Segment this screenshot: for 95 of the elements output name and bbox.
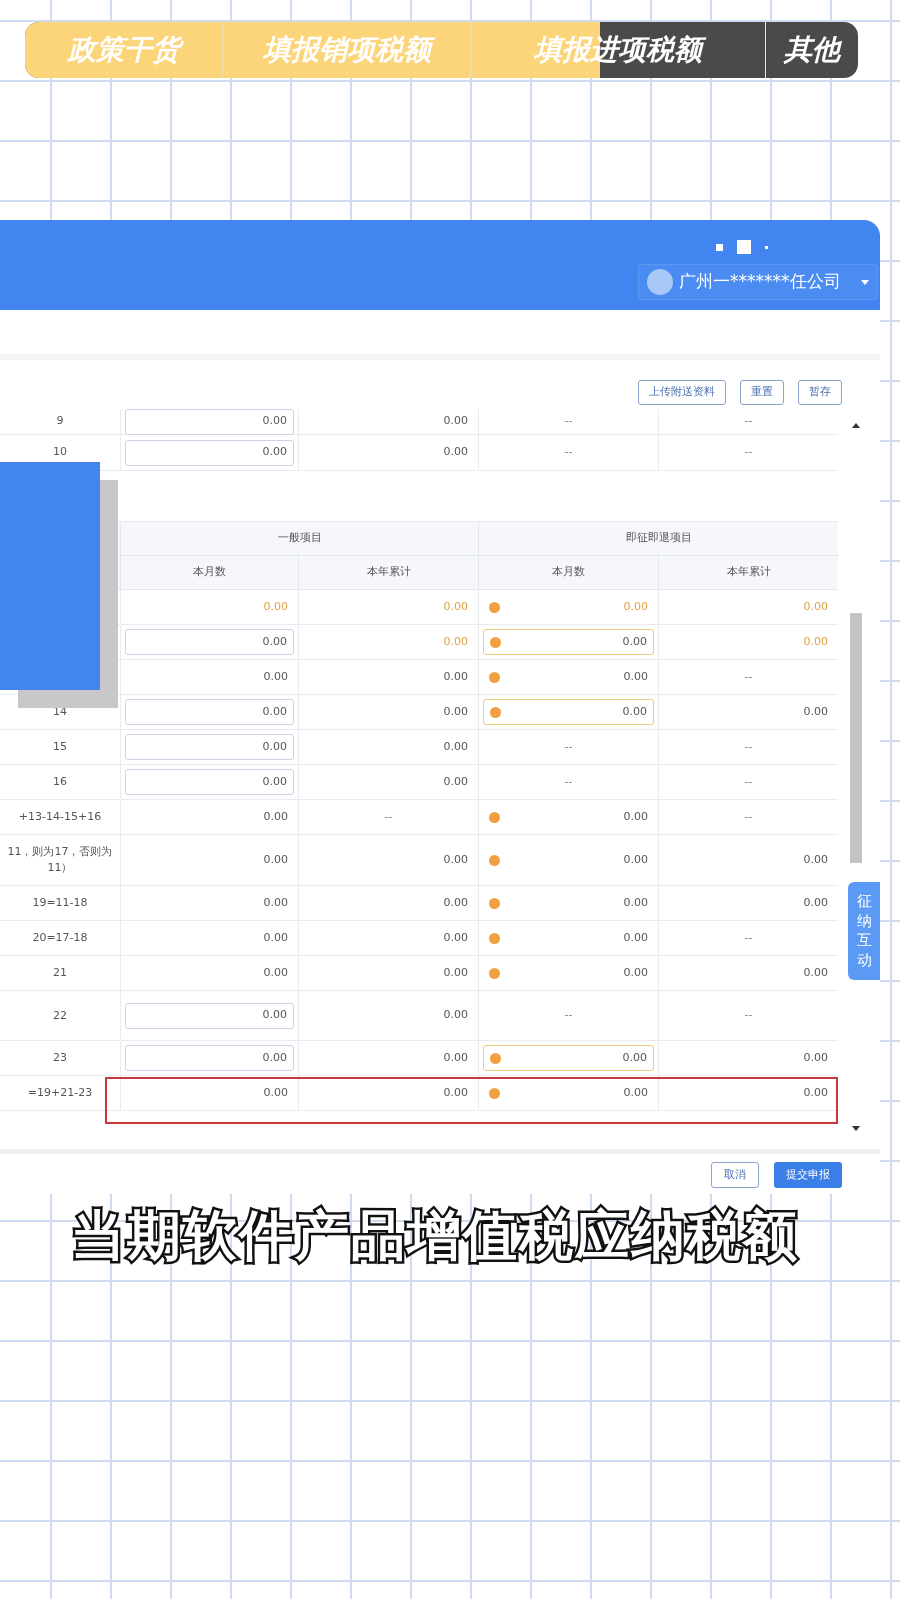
empty-dash: -- [564,444,573,461]
row-label: 9 [56,413,64,430]
cell-value: 0.00 [263,598,288,615]
cell-value: 0.00 [803,964,828,981]
empty-dash: -- [564,1007,573,1024]
avatar-icon [647,269,673,295]
empty-dash: -- [744,444,753,461]
number-field[interactable]: 0.00 [125,769,294,795]
empty-dash: -- [744,413,753,430]
row-label: 21 [53,965,67,981]
number-field[interactable]: 0.00 [125,699,294,725]
cell-value: 0.00 [803,633,828,650]
row-label: 20=17-18 [32,930,88,946]
empty-dash: -- [744,773,753,790]
caret-icon [861,279,869,285]
empty-dash: -- [564,413,573,430]
tab-label[interactable]: 其他 [778,30,846,70]
cell-value: 0.00 [443,1084,468,1101]
cell-value: 0.00 [443,668,468,685]
row-label: 15 [53,739,67,755]
cell-value: 0.00 [443,413,468,430]
cell-value: 0.00 [803,851,828,868]
row-label: +13-14-15+16 [18,809,102,825]
cell-value: 0.00 [443,1007,468,1024]
row-label: 11，则为17，否则为 11） [6,844,114,876]
cell-value: 0.00 [623,894,648,911]
cell-value: 0.00 [443,894,468,911]
cell-value: 0.00 [623,808,648,825]
cell-value: 0.00 [623,964,648,981]
cell-value: 0.00 [263,808,288,825]
cell-value: 0.00 [443,703,468,720]
cell-value: 0.00 [263,851,288,868]
cell-value: 0.00 [803,1084,828,1101]
cell-value: 0.00 [623,929,648,946]
group-header: 即征即退项目 [625,530,692,547]
row-label: 19=11-18 [32,895,88,911]
column-header: 本月数 [552,564,585,581]
cell-value: 0.00 [443,598,468,615]
row-label: 16 [53,774,67,790]
number-field[interactable]: 0.00 [125,439,294,466]
cell-value: 0.00 [263,894,288,911]
empty-dash: -- [564,738,573,755]
number-field[interactable]: 0.00 [483,629,654,655]
cell-value: 0.00 [263,668,288,685]
toolbar-button[interactable]: 重置 [740,380,784,405]
group-header: 一般项目 [277,530,322,547]
cell-value: 0.00 [263,929,288,946]
empty-dash: -- [744,929,753,946]
empty-dash: -- [744,808,753,825]
empty-dash: -- [744,1007,753,1024]
toolbar-button[interactable]: 上传附送资料 [638,380,726,405]
column-header: 本月数 [193,564,226,581]
column-header: 本年累计 [726,564,771,581]
row-label: 23 [53,1050,67,1066]
cell-value: 0.00 [623,851,648,868]
square-icon [737,240,751,254]
cell-value: 0.00 [623,1084,648,1101]
cell-value: 0.00 [803,1049,828,1066]
empty-dash: -- [384,808,393,825]
cell-value: 0.00 [623,598,648,615]
cell-value: 0.00 [263,1084,288,1101]
cell-value: 0.00 [623,668,648,685]
number-field[interactable]: 0.00 [125,1002,294,1029]
number-field[interactable]: 0.00 [125,1045,294,1071]
cell-value: 0.00 [803,703,828,720]
toolbar-button[interactable]: 暂存 [798,380,842,405]
number-field[interactable]: 0.00 [125,629,294,655]
scroll-down-icon [852,1126,860,1131]
cell-value: 0.00 [443,633,468,650]
number-field[interactable]: 0.00 [483,1045,654,1071]
row-label: 10 [53,444,67,461]
cell-value: 0.00 [443,1049,468,1066]
footer-button[interactable]: 取消 [711,1162,759,1188]
cell-value: 0.00 [803,894,828,911]
scroll-up-icon [852,423,860,428]
column-header: 本年累计 [366,564,411,581]
empty-dash: -- [744,668,753,685]
footer-button[interactable]: 提交申报 [774,1162,842,1188]
cell-value: 0.00 [263,964,288,981]
cell-value: 0.00 [443,851,468,868]
number-field[interactable]: 0.00 [125,734,294,760]
empty-dash: -- [744,738,753,755]
row-label: =19+21-23 [27,1085,93,1101]
empty-dash: -- [564,773,573,790]
cell-value: 0.00 [443,738,468,755]
row-label: 22 [53,1007,67,1024]
cell-value: 0.00 [443,444,468,461]
cell-value: 0.00 [803,598,828,615]
cell-value: 0.00 [443,773,468,790]
subtitle: 当期软件产品增值税应纳税额 [71,1202,799,1269]
cell-value: 0.00 [443,929,468,946]
cell-value: 0.00 [443,964,468,981]
number-field[interactable]: 0.00 [125,408,294,435]
scroll-thumb[interactable] [850,613,862,863]
number-field[interactable]: 0.00 [483,699,654,725]
